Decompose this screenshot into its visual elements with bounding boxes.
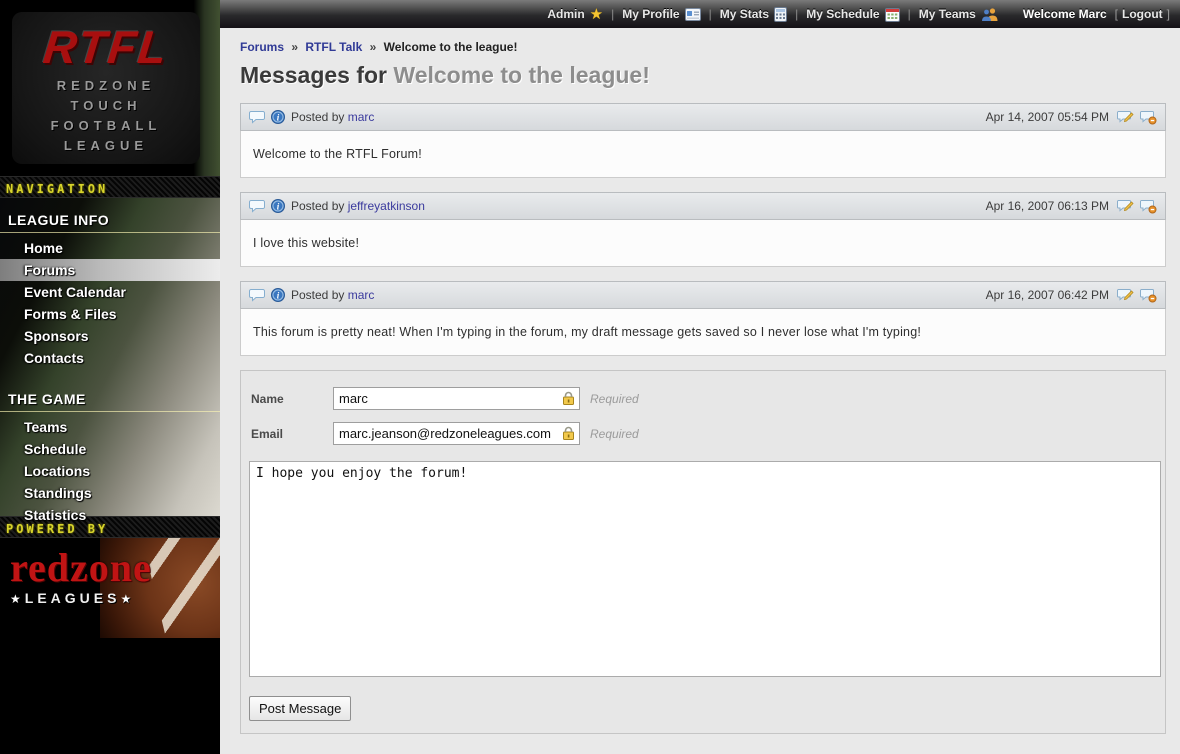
message-date: Apr 16, 2007 06:13 PM: [986, 199, 1109, 213]
delete-comment-icon[interactable]: [1140, 199, 1157, 214]
message-header: i Posted by marc Apr 14, 2007 05:54 PM: [240, 103, 1166, 131]
powered-by-label: POWERED BY: [6, 522, 108, 536]
delete-comment-icon[interactable]: [1140, 288, 1157, 303]
author-link[interactable]: jeffreyatkinson: [348, 199, 425, 213]
my-schedule-link[interactable]: My Schedule: [806, 7, 899, 22]
message-date: Apr 14, 2007 05:54 PM: [986, 110, 1109, 124]
sidebar: RTFL REDZONE TOUCH FOOTBALL LEAGUE NAVIG…: [0, 0, 220, 754]
sidebar-item-forms-files[interactable]: Forms & Files: [0, 303, 220, 325]
sidebar-item-home[interactable]: Home: [0, 237, 220, 259]
delete-comment-icon[interactable]: [1140, 110, 1157, 125]
redzone-logo-title: redzone: [10, 550, 152, 586]
calendar-icon: [885, 7, 900, 22]
breadcrumb-forums-link[interactable]: Forums: [240, 40, 284, 54]
forum-message: i Posted by marc Apr 14, 2007 05:54 PM W…: [240, 103, 1166, 178]
rtfl-forum-page: RTFL REDZONE TOUCH FOOTBALL LEAGUE NAVIG…: [0, 0, 1180, 754]
lock-icon: [561, 426, 576, 441]
sidebar-item-schedule[interactable]: Schedule: [0, 438, 220, 460]
calculator-icon: [774, 7, 787, 22]
sidebar-item-sponsors[interactable]: Sponsors: [0, 325, 220, 347]
admin-link[interactable]: Admin ★: [547, 5, 603, 23]
nav-section-league-info: LEAGUE INFO: [0, 204, 220, 233]
league-logo-name: REDZONE TOUCH FOOTBALL LEAGUE: [12, 76, 200, 157]
breadcrumb-current: Welcome to the league!: [384, 40, 518, 54]
comment-icon: [249, 199, 265, 213]
my-stats-link[interactable]: My Stats: [720, 7, 787, 22]
message-header: i Posted by jeffreyatkinson Apr 16, 2007…: [240, 192, 1166, 220]
message-body: I love this website!: [240, 220, 1166, 267]
message-body: This forum is pretty neat! When I'm typi…: [240, 309, 1166, 356]
forum-message: i Posted by marc Apr 16, 2007 06:42 PM T…: [240, 281, 1166, 356]
page-title-topic: Welcome to the league!: [393, 62, 649, 88]
redzone-leagues-logo[interactable]: redzone ★LEAGUES★: [0, 538, 220, 638]
my-profile-link[interactable]: My Profile: [622, 7, 700, 21]
breadcrumb-rtfl-talk-link[interactable]: RTFL Talk: [305, 40, 362, 54]
message-date: Apr 16, 2007 06:42 PM: [986, 288, 1109, 302]
post-message-form: Name Required Email Required I hope you: [240, 370, 1166, 734]
sidebar-item-teams[interactable]: Teams: [0, 416, 220, 438]
sidebar-item-standings[interactable]: Standings: [0, 482, 220, 504]
email-field[interactable]: [333, 422, 580, 445]
author-link[interactable]: marc: [348, 288, 375, 302]
league-logo-acronym: RTFL: [10, 24, 203, 70]
edit-comment-icon[interactable]: [1117, 288, 1134, 303]
navigation-banner-label: NAVIGATION: [6, 182, 108, 196]
content: Forums » RTFL Talk » Welcome to the leag…: [220, 28, 1180, 754]
info-icon[interactable]: i: [271, 199, 285, 213]
star-icon: ★: [590, 5, 603, 23]
league-logo: RTFL REDZONE TOUCH FOOTBALL LEAGUE: [0, 0, 220, 176]
message-textarea[interactable]: I hope you enjoy the forum!: [249, 461, 1161, 677]
edit-comment-icon[interactable]: [1117, 199, 1134, 214]
vcard-icon: [685, 8, 701, 21]
navigation-banner: NAVIGATION: [0, 176, 220, 198]
nav-section-the-game: THE GAME: [0, 383, 220, 412]
sidebar-item-forums[interactable]: Forums: [0, 259, 220, 281]
lock-icon: [561, 391, 576, 406]
group-icon: [981, 7, 999, 22]
forum-message: i Posted by jeffreyatkinson Apr 16, 2007…: [240, 192, 1166, 267]
edit-comment-icon[interactable]: [1117, 110, 1134, 125]
required-label: Required: [590, 392, 639, 406]
author-link[interactable]: marc: [348, 110, 375, 124]
top-toolbar: Admin ★ | My Profile | My Stats | My Sch…: [220, 0, 1180, 28]
league-logo-box: RTFL REDZONE TOUCH FOOTBALL LEAGUE: [12, 12, 200, 164]
post-message-button[interactable]: Post Message: [249, 696, 351, 721]
logout-link[interactable]: Logout: [1122, 7, 1163, 21]
welcome-user-label: Welcome Marc: [1023, 7, 1107, 21]
sidebar-item-locations[interactable]: Locations: [0, 460, 220, 482]
main-area: Admin ★ | My Profile | My Stats | My Sch…: [220, 0, 1180, 754]
sidebar-item-contacts[interactable]: Contacts: [0, 347, 220, 369]
sidebar-item-event-calendar[interactable]: Event Calendar: [0, 281, 220, 303]
name-label: Name: [251, 392, 333, 406]
my-teams-link[interactable]: My Teams: [919, 7, 999, 22]
page-title: Messages for Welcome to the league!: [240, 62, 1166, 89]
message-body: Welcome to the RTFL Forum!: [240, 131, 1166, 178]
sidebar-nav: LEAGUE INFO Home Forums Event Calendar F…: [0, 198, 220, 516]
email-label: Email: [251, 427, 333, 441]
info-icon[interactable]: i: [271, 110, 285, 124]
powered-by-banner: POWERED BY: [0, 516, 220, 538]
name-field[interactable]: [333, 387, 580, 410]
breadcrumb: Forums » RTFL Talk » Welcome to the leag…: [240, 38, 1166, 60]
sidebar-filler: [0, 638, 220, 754]
comment-icon: [249, 110, 265, 124]
required-label: Required: [590, 427, 639, 441]
redzone-logo-subtitle: ★LEAGUES★: [10, 590, 152, 606]
comment-icon: [249, 288, 265, 302]
info-icon[interactable]: i: [271, 288, 285, 302]
message-header: i Posted by marc Apr 16, 2007 06:42 PM: [240, 281, 1166, 309]
